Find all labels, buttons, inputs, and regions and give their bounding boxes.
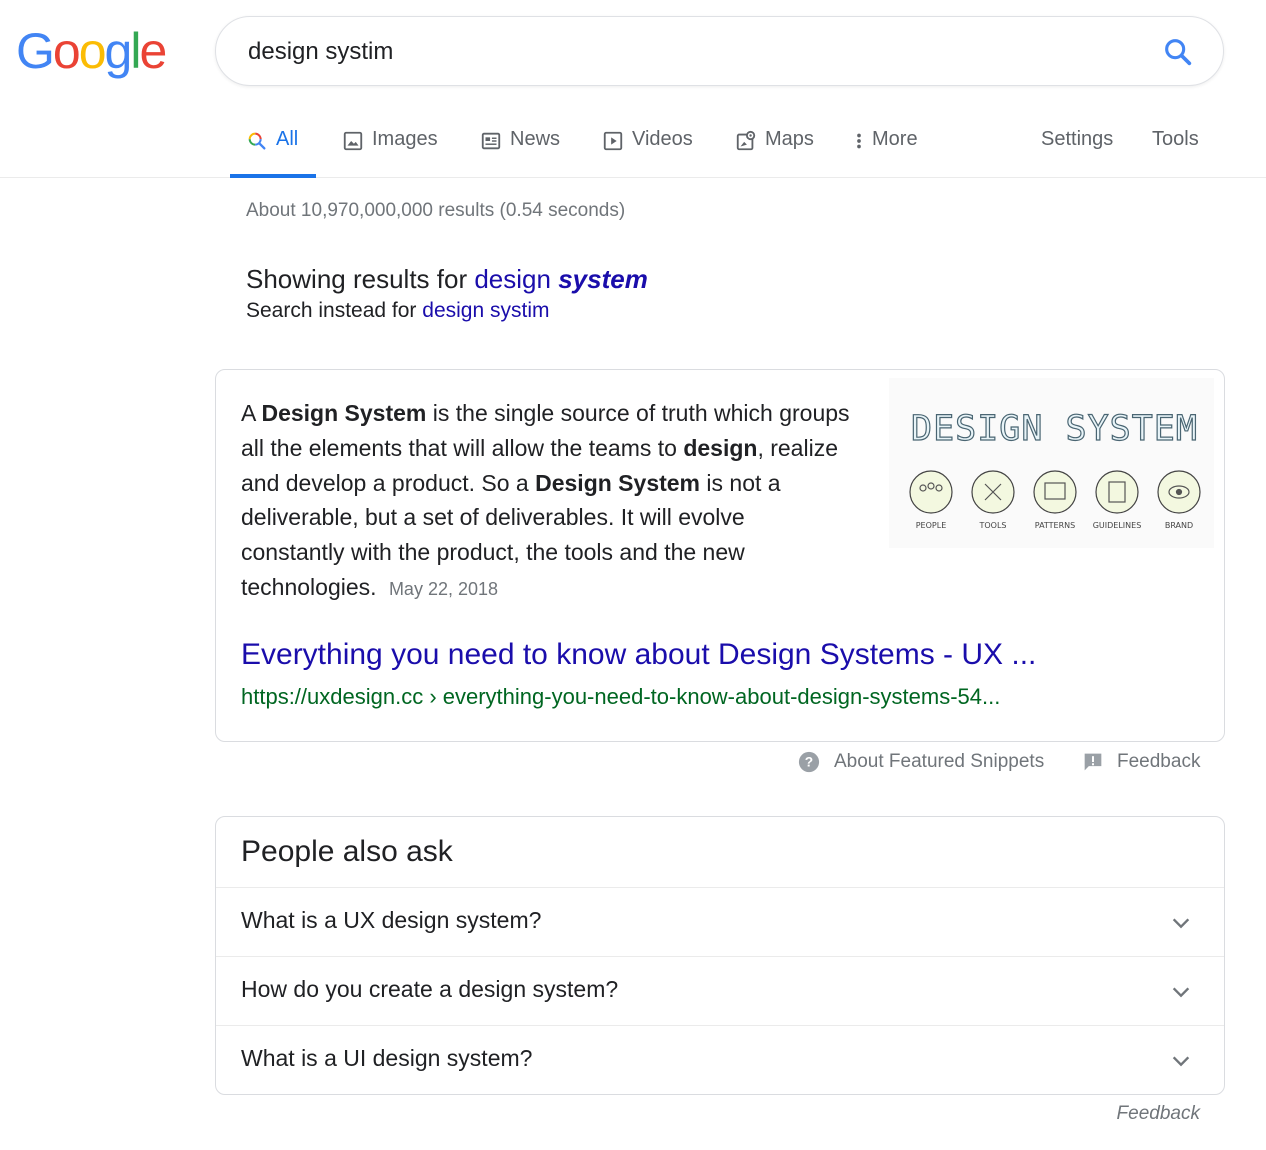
design-system-illustration: DESIGN SYSTEM PEOPLE TOOLS PATTERNS GUID… xyxy=(909,408,1201,530)
illustration-label: PEOPLE xyxy=(916,521,947,530)
more-vert-icon xyxy=(857,133,861,149)
spelling-correction: Showing results for design system Search… xyxy=(246,262,648,326)
feedback-icon xyxy=(1084,753,1102,771)
snippet-text-bold: Design System xyxy=(261,400,427,426)
paa-question[interactable]: What is a UX design system? xyxy=(216,887,1224,956)
logo-letter: G xyxy=(16,23,55,79)
tab-news[interactable]: News xyxy=(480,128,560,178)
guidelines-circle xyxy=(1095,470,1139,514)
people-also-ask: People also ask What is a UX design syst… xyxy=(215,816,1225,1095)
corrected-query-plain: design xyxy=(474,264,551,294)
tab-label: Maps xyxy=(765,128,814,150)
paa-question-text: What is a UX design system? xyxy=(241,907,542,933)
tab-videos[interactable]: Videos xyxy=(602,128,693,178)
google-logo[interactable]: G o o g l e xyxy=(16,23,167,79)
tab-maps[interactable]: Maps xyxy=(735,128,814,178)
featured-snippet: A Design System is the single source of … xyxy=(215,369,1225,742)
logo-letter: l xyxy=(130,23,141,79)
chevron-down-icon xyxy=(1172,1056,1190,1067)
tab-images[interactable]: Images xyxy=(342,128,438,178)
patterns-circle xyxy=(1033,470,1077,514)
chevron-down-icon xyxy=(1172,987,1190,998)
search-icon xyxy=(1165,39,1192,66)
original-query-link[interactable]: design systim xyxy=(422,299,549,322)
snippet-text-part: A xyxy=(241,400,262,426)
people-circle xyxy=(909,470,953,514)
search-multicolor-icon xyxy=(248,132,266,150)
news-icon xyxy=(481,132,501,150)
logo-letter: g xyxy=(104,23,133,79)
corrected-query-link[interactable]: design system xyxy=(474,264,647,294)
feedback-label: Feedback xyxy=(1117,751,1201,772)
svg-text:?: ? xyxy=(805,755,813,770)
snippet-text: A Design System is the single source of … xyxy=(241,396,851,607)
help-icon: ? xyxy=(798,751,820,773)
tab-label: News xyxy=(510,128,561,150)
people-also-ask-title: People also ask xyxy=(241,835,453,868)
corrected-query-bold: system xyxy=(558,264,648,294)
snippet-date: May 22, 2018 xyxy=(388,578,499,599)
snippet-feedback[interactable]: Feedback xyxy=(1083,748,1200,776)
snippet-result-url[interactable]: https://uxdesign.cc › everything-you-nee… xyxy=(241,684,1000,710)
paa-question[interactable]: How do you create a design system? xyxy=(216,956,1224,1025)
image-icon xyxy=(343,131,363,151)
search-box xyxy=(215,16,1224,86)
logo-letter: o xyxy=(78,23,107,79)
tab-label: More xyxy=(872,128,918,150)
map-icon xyxy=(736,130,756,151)
logo-letter: e xyxy=(139,23,167,79)
search-button[interactable] xyxy=(1161,35,1195,69)
search-input[interactable] xyxy=(248,37,1128,67)
tab-all[interactable]: All xyxy=(229,128,317,178)
search-tabs: All Images News Videos Maps More Setting… xyxy=(0,112,1266,178)
snippet-text-bold: Design System xyxy=(535,469,701,496)
illustration-label: PATTERNS xyxy=(1035,521,1075,530)
chevron-down-icon xyxy=(1172,918,1190,929)
about-featured-snippets-label: About Featured Snippets xyxy=(834,751,1045,772)
snippet-text-bold: design xyxy=(683,434,758,461)
illustration-label: GUIDELINES xyxy=(1093,521,1142,530)
illustration-label: TOOLS xyxy=(978,521,1006,530)
search-instead-label: Search instead for xyxy=(246,299,417,322)
illustration-label: BRAND xyxy=(1165,521,1193,530)
video-icon xyxy=(603,131,623,151)
snippet-image[interactable]: DESIGN SYSTEM PEOPLE TOOLS PATTERNS GUID… xyxy=(889,378,1214,548)
tab-more[interactable]: More xyxy=(852,128,918,178)
paa-question[interactable]: What is a UI design system? xyxy=(216,1025,1224,1094)
paa-question-text: What is a UI design system? xyxy=(241,1045,533,1071)
about-featured-snippets[interactable]: ? About Featured Snippets xyxy=(798,748,1044,776)
tab-label: Videos xyxy=(632,128,693,150)
paa-question-text: How do you create a design system? xyxy=(241,976,619,1002)
result-stats: About 10,970,000,000 results (0.54 secon… xyxy=(246,200,626,221)
tab-label: Images xyxy=(372,128,438,150)
settings-link[interactable]: Settings xyxy=(1041,128,1113,151)
illustration-heading: DESIGN SYSTEM xyxy=(911,409,1198,449)
logo-letter: o xyxy=(52,23,81,79)
showing-results-label: Showing results for xyxy=(246,264,468,294)
snippet-result-title[interactable]: Everything you need to know about Design… xyxy=(241,638,1036,672)
paa-feedback-link[interactable]: Feedback xyxy=(1117,1103,1200,1125)
tools-link[interactable]: Tools xyxy=(1152,128,1199,151)
tab-label: All xyxy=(276,128,299,150)
